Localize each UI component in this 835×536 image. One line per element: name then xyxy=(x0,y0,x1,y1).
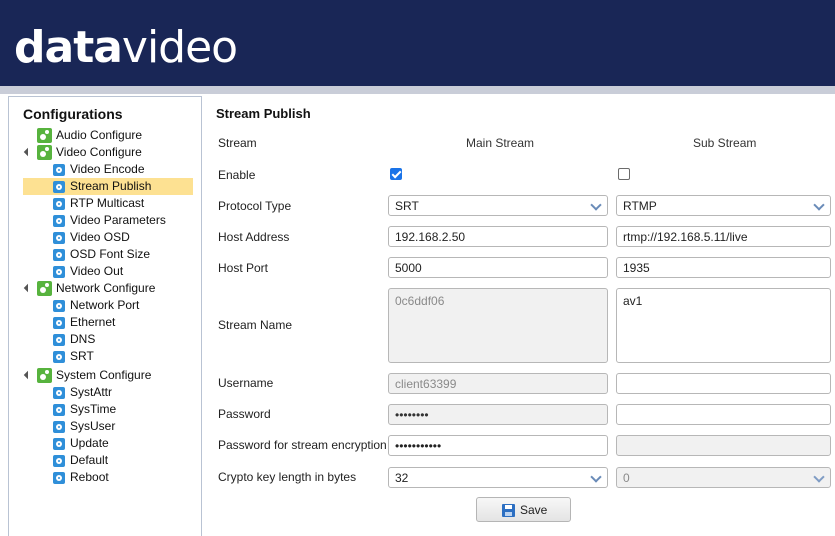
gear-group-icon xyxy=(37,145,52,160)
tree-item-dns[interactable]: DNS xyxy=(53,331,193,348)
tree-item-update[interactable]: Update xyxy=(53,435,193,452)
save-button[interactable]: Save xyxy=(476,497,571,522)
crypto-key-length-label: Crypto key length in bytes xyxy=(218,470,357,484)
tree-item-sysuser[interactable]: SysUser xyxy=(53,418,193,435)
gear-leaf-icon xyxy=(53,404,65,416)
tree-item-systime[interactable]: SysTime xyxy=(53,401,193,418)
tree-item-network-port[interactable]: Network Port xyxy=(53,297,193,314)
tree-item-video-out[interactable]: Video Out xyxy=(53,263,193,280)
host-address-label: Host Address xyxy=(218,230,290,244)
sub-stream-name-textarea[interactable]: av1 xyxy=(616,288,831,363)
floppy-disk-icon xyxy=(502,504,515,517)
config-sidebar: Configurations Audio Configure Video Con… xyxy=(8,96,202,536)
gear-leaf-icon xyxy=(53,164,65,176)
main-stream-name-textarea[interactable]: 0c6ddf06 xyxy=(388,288,608,363)
header-divider xyxy=(0,86,835,94)
protocol-type-label: Protocol Type xyxy=(218,199,292,213)
gear-leaf-icon xyxy=(53,334,65,346)
app-header: datavideo xyxy=(0,0,835,86)
tree-group-network-configure[interactable]: Network Configure xyxy=(23,280,195,297)
sub-stream-encryption-password-input[interactable] xyxy=(616,435,831,456)
gear-leaf-icon xyxy=(53,387,65,399)
panel-title: Stream Publish xyxy=(216,106,311,121)
sub-protocol-select[interactable]: RTMP xyxy=(616,195,831,216)
main-crypto-key-select[interactable]: 32 xyxy=(388,467,608,488)
tree-group-video-configure[interactable]: Video Configure xyxy=(23,144,195,161)
tree-item-reboot[interactable]: Reboot xyxy=(53,469,193,486)
sub-stream-header: Sub Stream xyxy=(693,136,757,150)
main-password-input[interactable]: •••••••• xyxy=(388,404,608,425)
expand-triangle-icon[interactable] xyxy=(23,370,33,380)
tree-item-ethernet[interactable]: Ethernet xyxy=(53,314,193,331)
gear-leaf-icon xyxy=(53,351,65,363)
main-username-input[interactable]: client63399 xyxy=(388,373,608,394)
gear-leaf-icon xyxy=(53,266,65,278)
host-port-label: Host Port xyxy=(218,261,269,275)
tree-item-systattr[interactable]: SystAttr xyxy=(53,384,193,401)
main-protocol-select[interactable]: SRT xyxy=(388,195,608,216)
save-button-label: Save xyxy=(520,503,548,517)
main-host-port-input[interactable]: 5000 xyxy=(388,257,608,278)
chevron-down-icon xyxy=(590,199,602,211)
main-crypto-value: 32 xyxy=(395,471,409,485)
sub-username-input[interactable] xyxy=(616,373,831,394)
main-stream-encryption-password-input[interactable]: ••••••••••• xyxy=(388,435,608,456)
gear-leaf-icon xyxy=(53,232,65,244)
tree-group-audio-configure[interactable]: Audio Configure xyxy=(35,127,195,144)
chevron-down-icon xyxy=(813,471,825,483)
tree-item-video-encode[interactable]: Video Encode xyxy=(53,161,193,178)
expand-triangle-icon[interactable] xyxy=(23,147,33,157)
tree-item-osd-font-size[interactable]: OSD Font Size xyxy=(53,246,193,263)
stream-name-label: Stream Name xyxy=(218,318,293,332)
tree-item-video-osd[interactable]: Video OSD xyxy=(53,229,193,246)
expand-triangle-icon[interactable] xyxy=(23,283,33,293)
tree-item-stream-publish[interactable]: Stream Publish xyxy=(23,178,193,195)
password-label: Password xyxy=(218,407,271,421)
gear-leaf-icon xyxy=(53,198,65,210)
chevron-down-icon xyxy=(813,199,825,211)
gear-group-icon xyxy=(37,281,52,296)
gear-leaf-icon xyxy=(53,215,65,227)
sub-protocol-value: RTMP xyxy=(623,199,657,213)
sub-host-port-input[interactable]: 1935 xyxy=(616,257,831,278)
gear-leaf-icon xyxy=(53,300,65,312)
gear-leaf-icon xyxy=(53,249,65,261)
tree-item-rtp-multicast[interactable]: RTP Multicast xyxy=(53,195,193,212)
username-label: Username xyxy=(218,376,274,390)
main-enable-checkbox[interactable] xyxy=(390,168,402,180)
sub-crypto-value: 0 xyxy=(623,471,630,485)
gear-group-icon xyxy=(37,368,52,383)
gear-leaf-icon xyxy=(53,181,65,193)
tree-group-system-configure[interactable]: System Configure xyxy=(23,367,195,384)
stream-column-label: Stream xyxy=(218,136,257,150)
sub-enable-checkbox[interactable] xyxy=(618,168,630,180)
sub-host-address-input[interactable]: rtmp://192.168.5.11/live xyxy=(616,226,831,247)
gear-leaf-icon xyxy=(53,472,65,484)
tree-item-video-parameters[interactable]: Video Parameters xyxy=(53,212,193,229)
enable-label: Enable xyxy=(218,168,256,182)
gear-leaf-icon xyxy=(53,438,65,450)
tree-item-default[interactable]: Default xyxy=(53,452,193,469)
main-host-address-input[interactable]: 192.168.2.50 xyxy=(388,226,608,247)
tree-item-srt[interactable]: SRT xyxy=(53,348,193,365)
sub-password-input[interactable] xyxy=(616,404,831,425)
datavideo-logo: datavideo xyxy=(14,22,238,73)
gear-leaf-icon xyxy=(53,455,65,467)
gear-leaf-icon xyxy=(53,317,65,329)
gear-group-icon xyxy=(37,128,52,143)
main-stream-header: Main Stream xyxy=(466,136,535,150)
gear-leaf-icon xyxy=(53,421,65,433)
stream-encryption-password-label: Password for stream encryption xyxy=(218,438,387,452)
main-protocol-value: SRT xyxy=(395,199,419,213)
sub-crypto-key-select[interactable]: 0 xyxy=(616,467,831,488)
sidebar-title: Configurations xyxy=(23,106,123,122)
chevron-down-icon xyxy=(590,471,602,483)
